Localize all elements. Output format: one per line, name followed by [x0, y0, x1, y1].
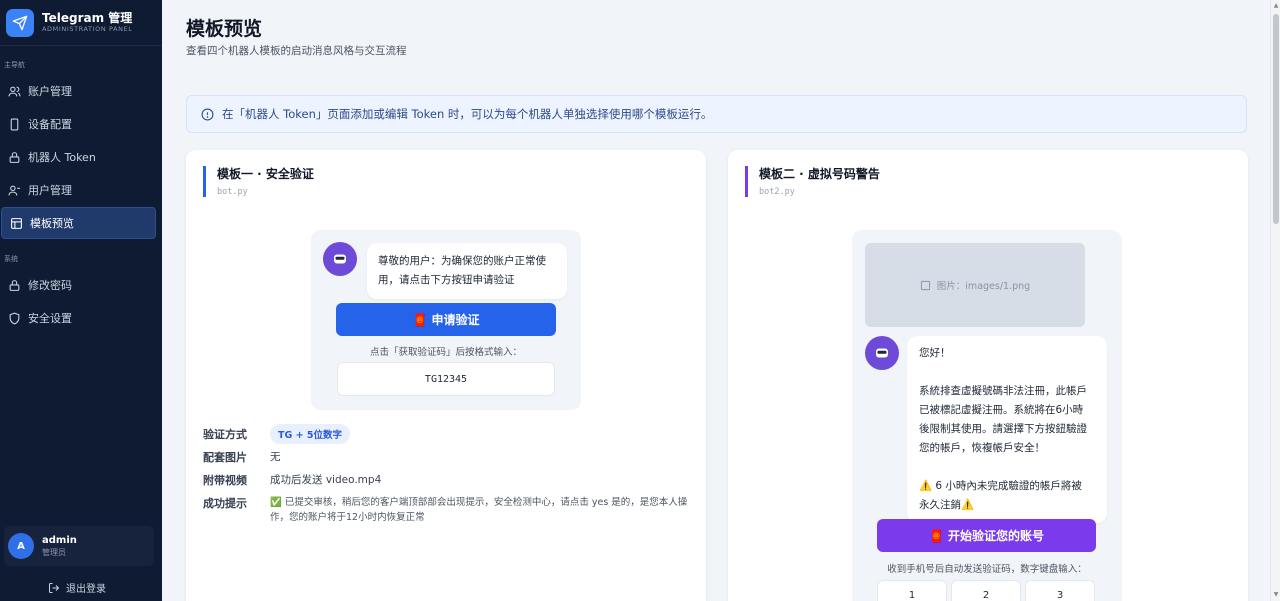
keypad-hint: 收到手机号后自动发送验证码，数字键盘输入： — [887, 564, 1087, 575]
shield-icon — [9, 312, 20, 325]
sidebar-item-users[interactable]: 用户管理 — [0, 174, 156, 206]
meta-value: ✅ 已提交审核，稍后您的客户端顶部部会出现提示，安全检测中心，请点击 yes 是… — [270, 497, 688, 523]
section-label-main: 主导航 — [4, 61, 25, 69]
users-icon — [8, 86, 21, 96]
sidebar-item-devices[interactable]: 设备配置 — [0, 108, 156, 140]
logout-button[interactable]: 退出登录 — [48, 580, 106, 595]
card-title: 模板二 · 虚拟号码警告 — [759, 167, 880, 181]
keypad-key[interactable]: 2 — [951, 580, 1021, 601]
lock-icon — [9, 279, 20, 291]
template-card-1: 模板一 · 安全验证 bot.py 尊敬的用户：为确保您的账户正常使 用，请点击… — [186, 150, 706, 601]
logout-label: 退出登录 — [66, 584, 106, 595]
sidebar-item-accounts[interactable]: 账户管理 — [0, 75, 156, 107]
keypad-key[interactable]: 1 — [877, 580, 947, 601]
card-filename: bot.py — [217, 187, 248, 197]
meta-value: 无 — [270, 451, 281, 463]
apply-verify-button[interactable]: 🧧 申请验证 — [336, 303, 556, 336]
meta-label: 验证方式 — [203, 427, 247, 441]
scrollbar-thumb[interactable] — [1273, 14, 1279, 224]
meta-value: 成功后发送 video.mp4 — [270, 474, 382, 486]
sidebar-item-security-settings[interactable]: 安全设置 — [0, 302, 156, 334]
sidebar-item-label: 安全设置 — [28, 312, 72, 325]
avatar: A — [8, 533, 34, 559]
card-header: 模板二 · 虚拟号码警告 bot2.py — [745, 166, 880, 197]
image-icon — [920, 280, 930, 290]
card-title: 模板一 · 安全验证 — [217, 167, 314, 181]
info-notice: 在「机器人 Token」页面添加或编辑 Token 时，可以为每个机器人单独选择… — [186, 95, 1247, 133]
user-icon — [8, 185, 20, 195]
sidebar-item-label: 账户管理 — [28, 85, 72, 98]
sidebar-item-bot-token[interactable]: 机器人 Token — [0, 141, 156, 173]
number-keypad: 1 2 3 — [877, 580, 1095, 601]
card-header: 模板一 · 安全验证 bot.py — [203, 166, 314, 197]
template-card-2: 模板二 · 虚拟号码警告 bot2.py 图片：images/1.png 您好！… — [728, 150, 1248, 601]
start-verify-button[interactable]: 🧧 开始验证您的账号 — [877, 519, 1096, 552]
sidebar-item-label: 机器人 Token — [28, 151, 96, 164]
notice-text: 在「机器人 Token」页面添加或编辑 Token 时，可以为每个机器人单独选择… — [222, 107, 713, 121]
telegram-logo-icon — [6, 8, 34, 37]
page-title: 模板预览 — [186, 18, 263, 40]
sidebar-item-label: 模板预览 — [30, 217, 74, 230]
meta-label: 成功提示 — [203, 497, 247, 510]
brand: Telegram 管理 ADMINISTRATION PANEL — [0, 0, 162, 46]
verify-method-badge: TG + 5位数字 — [270, 423, 350, 444]
brand-subtitle: ADMINISTRATION PANEL — [42, 25, 133, 33]
image-placeholder-label: 图片：images/1.png — [936, 281, 1031, 292]
sidebar-item-label: 用户管理 — [28, 184, 72, 197]
template-meta: 验证方式 TG + 5位数字 配套图片 无 附带视频 成功后发送 video.m… — [203, 422, 690, 525]
chat-preview: 图片：images/1.png 您好！ 系統排查虛擬號碼非法注冊，此帳戶 已被標… — [852, 230, 1122, 601]
bot-message-bubble: 尊敬的用户：为确保您的账户正常使 用，请点击下方按钮申请验证 — [367, 243, 567, 299]
sidebar-item-label: 修改密码 — [28, 279, 72, 292]
user-role: 管理员 — [42, 548, 66, 557]
meta-label: 附带视频 — [203, 473, 247, 487]
scroll-down-icon[interactable]: ▼ — [1272, 591, 1280, 599]
code-example-field: TG12345 — [337, 362, 555, 396]
layout-icon — [11, 217, 22, 229]
logout-icon — [49, 582, 60, 593]
user-card[interactable]: A admin 管理员 — [4, 526, 154, 566]
phone-icon — [10, 118, 19, 130]
bot-avatar-icon — [865, 336, 899, 370]
scroll-up-icon[interactable]: ▲ — [1272, 2, 1280, 10]
meta-label: 配套图片 — [203, 450, 247, 464]
bot-avatar-icon — [323, 242, 357, 276]
sidebar-item-template-preview[interactable]: 模板预览 — [1, 207, 156, 239]
bot-message-bubble: 您好！ 系統排查虛擬號碼非法注冊，此帳戶 已被標記虛擬注冊。系統將在6小時 後限… — [907, 336, 1107, 523]
main-content: 模板预览 查看四个机器人模板的启动消息风格与交互流程 在「机器人 Token」页… — [162, 0, 1270, 601]
brand-title: Telegram 管理 — [42, 11, 133, 25]
page-subtitle: 查看四个机器人模板的启动消息风格与交互流程 — [186, 45, 407, 57]
card-filename: bot2.py — [759, 187, 795, 197]
verify-hint: 点击「获取验证码」后按格式输入： — [369, 347, 522, 358]
user-name: admin — [42, 535, 77, 546]
section-label-system: 系统 — [4, 255, 18, 263]
sidebar-item-label: 设备配置 — [28, 118, 72, 131]
image-placeholder: 图片：images/1.png — [865, 243, 1085, 327]
info-icon — [201, 108, 214, 120]
page-scrollbar[interactable]: ▲ ▼ — [1270, 0, 1280, 601]
sidebar-item-change-password[interactable]: 修改密码 — [0, 269, 156, 301]
sidebar: Telegram 管理 ADMINISTRATION PANEL 主导航 账户管… — [0, 0, 162, 601]
keypad-key[interactable]: 3 — [1025, 580, 1095, 601]
lock-icon — [9, 151, 20, 163]
chat-preview: 尊敬的用户：为确保您的账户正常使 用，请点击下方按钮申请验证 🧧 申请验证 点击… — [311, 230, 581, 410]
